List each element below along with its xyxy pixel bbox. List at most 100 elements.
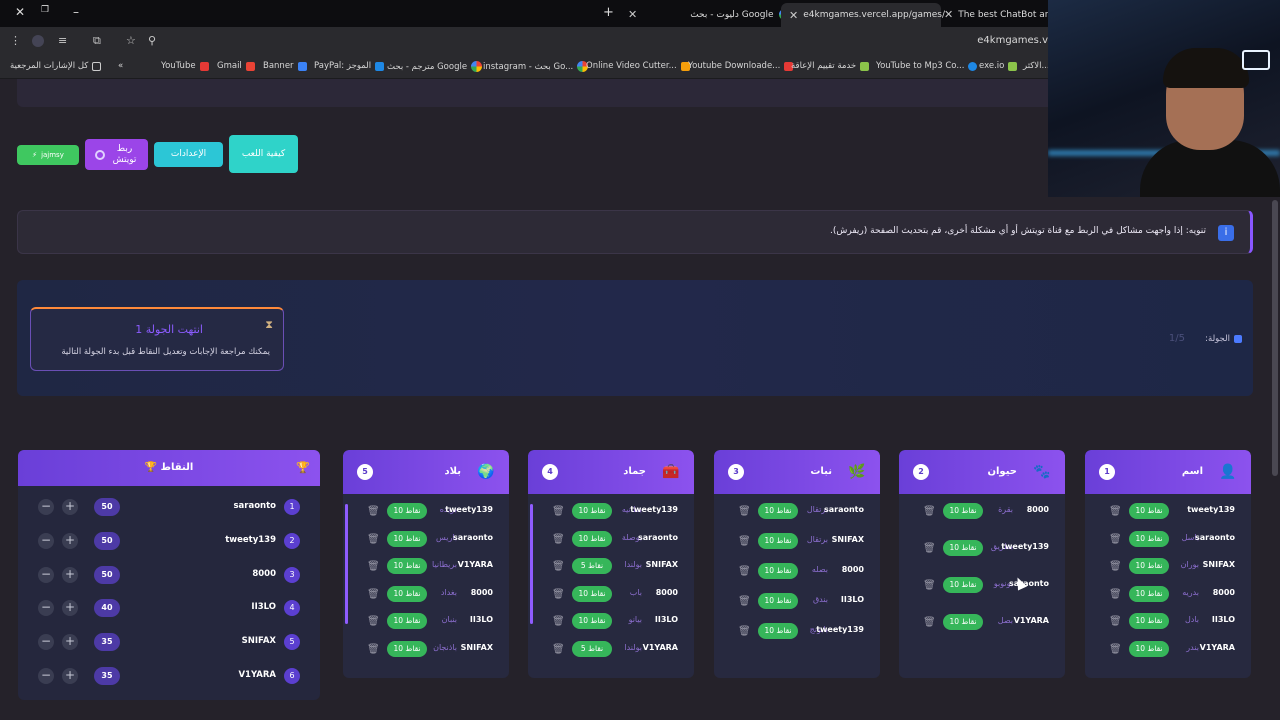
points-badge[interactable]: 10 نقاط [572,530,612,547]
increase-score-button[interactable]: + [62,499,78,515]
url-field[interactable]: e4kmgames.v [977,35,1048,46]
trash-icon[interactable]: 🗑 [367,644,380,655]
bookmark-star-icon[interactable]: ☆ [126,34,136,47]
bookmark-more[interactable]: الاكثر... [1023,61,1050,71]
points-badge[interactable]: 10 نقاط [387,558,427,574]
minimize-window-icon[interactable]: – [66,5,86,19]
close-tab-icon[interactable]: ✕ [628,8,637,21]
bookmark-youtube[interactable]: YouTube [161,61,209,71]
bookmark-video-cutter[interactable]: Online Video Cutter... [586,61,690,71]
points-badge[interactable]: 5 نقاط [572,640,612,657]
bookmark-mp3[interactable]: YouTube to Mp3 Co... [876,61,978,71]
tab-e4kmgames[interactable]: ✕ e4kmgames.vercel.app/games/ [781,3,945,27]
trash-icon[interactable]: 🗑 [552,644,565,655]
tab-google-search[interactable]: ✕ دليوت - بحث Google [628,4,790,25]
trash-icon[interactable]: 🗑 [552,506,565,517]
decrease-score-button[interactable]: − [38,634,54,651]
trash-icon[interactable]: 🗑 [738,506,751,517]
trash-icon[interactable]: 🗑 [738,626,751,637]
bookmarks-overflow-icon[interactable]: « [118,61,123,71]
extensions-icon[interactable]: ≡ [58,34,67,47]
points-badge[interactable]: 10 نقاط [572,613,612,629]
settings-button[interactable]: الإعدادات [154,142,223,167]
tab-search-icon[interactable]: ⧉ [93,34,101,48]
points-badge[interactable]: 10 نقاط [758,593,798,609]
increase-score-button[interactable]: + [62,600,78,617]
new-tab-button[interactable]: + [603,5,614,20]
points-badge[interactable]: 10 نقاط [1129,585,1169,602]
trash-icon[interactable]: 🗑 [923,506,936,517]
points-badge[interactable]: 10 نقاط [387,613,427,629]
decrease-score-button[interactable]: − [38,566,54,583]
trash-icon[interactable]: 🗑 [923,617,936,628]
trash-icon[interactable]: 🗑 [552,534,565,545]
points-badge[interactable]: 10 نقاط [387,640,427,657]
trash-icon[interactable]: 🗑 [367,616,380,627]
menu-icon[interactable]: ⋮ [10,34,21,47]
points-badge[interactable]: 10 نقاط [943,540,983,556]
bookmark-youtube-downloader[interactable]: Youtube Downloade... [688,61,794,71]
points-badge[interactable]: 10 نقاط [943,577,983,593]
points-badge[interactable]: 10 نقاط [1129,530,1169,547]
trash-icon[interactable]: 🗑 [367,534,380,545]
close-window-icon[interactable]: ✕ [10,5,30,19]
trash-icon[interactable]: 🗑 [738,536,751,547]
how-to-play-button[interactable]: كيفية اللعب [229,135,298,173]
trash-icon[interactable]: 🗑 [552,561,565,572]
bookmark-gmail[interactable]: Gmail [217,61,255,71]
points-badge[interactable]: 10 نقاط [1129,558,1169,574]
increase-score-button[interactable]: + [62,532,78,549]
points-badge[interactable]: 10 نقاط [387,585,427,602]
decrease-score-button[interactable]: − [38,668,54,684]
trash-icon[interactable]: 🗑 [923,580,936,591]
points-badge[interactable]: 10 نقاط [1129,640,1169,657]
points-badge[interactable]: 10 نقاط [943,503,983,519]
profile-avatar[interactable] [32,35,44,47]
trash-icon[interactable]: 🗑 [738,566,751,577]
bookmark-translate[interactable]: مترجم - بحث Google [387,61,483,72]
restore-window-icon[interactable]: ❐ [35,5,55,15]
trash-icon[interactable]: 🗑 [367,589,380,600]
trash-icon[interactable]: 🗑 [1109,506,1122,517]
decrease-score-button[interactable]: − [38,499,54,515]
jmsy-button[interactable]: ⚡ jajmsy [17,145,79,165]
trash-icon[interactable]: 🗑 [1109,616,1122,627]
page-scrollbar[interactable] [1272,200,1278,476]
trash-icon[interactable]: 🗑 [1109,561,1122,572]
points-badge[interactable]: 10 نقاط [1129,613,1169,629]
bookmark-disability[interactable]: خدمة تقييم الإعاقة [791,61,870,71]
points-badge[interactable]: 5 نقاط [572,558,612,574]
increase-score-button[interactable]: + [62,634,78,651]
close-tab-icon[interactable]: ✕ [789,9,798,22]
points-badge[interactable]: 10 نقاط [387,530,427,547]
search-icon[interactable]: ⚲ [148,34,156,47]
points-badge[interactable]: 10 نقاط [758,563,798,579]
points-badge[interactable]: 10 نقاط [387,503,427,519]
link-twitch-button[interactable]: ربط تويتش [85,139,148,170]
trash-icon[interactable]: 🗑 [552,589,565,600]
increase-score-button[interactable]: + [62,668,78,684]
increase-score-button[interactable]: + [62,566,78,583]
points-badge[interactable]: 10 نقاط [572,585,612,602]
points-badge[interactable]: 10 نقاط [572,503,612,519]
bookmark-instagram[interactable]: instagram - بحث Go... [483,61,589,72]
points-badge[interactable]: 10 نقاط [1129,503,1169,519]
points-badge[interactable]: 10 نقاط [758,623,798,639]
trash-icon[interactable]: 🗑 [1109,644,1122,655]
points-badge[interactable]: 10 نقاط [943,614,983,630]
points-badge[interactable]: 10 نقاط [758,503,798,519]
bookmark-exeio[interactable]: exe.io [979,61,1018,71]
trash-icon[interactable]: 🗑 [367,561,380,572]
trash-icon[interactable]: 🗑 [1109,534,1122,545]
trash-icon[interactable]: 🗑 [552,616,565,627]
decrease-score-button[interactable]: − [38,532,54,549]
points-badge[interactable]: 10 نقاط [758,533,798,549]
decrease-score-button[interactable]: − [38,600,54,617]
bookmark-banner[interactable]: Banner [263,61,307,71]
trash-icon[interactable]: 🗑 [923,543,936,554]
trash-icon[interactable]: 🗑 [367,506,380,517]
trash-icon[interactable]: 🗑 [738,596,751,607]
bookmark-all[interactable]: كل الإشارات المرجعية [10,61,102,71]
close-tab-icon[interactable]: ✕ [944,8,953,21]
bookmark-paypal[interactable]: PayPal: الموجز [314,61,385,71]
